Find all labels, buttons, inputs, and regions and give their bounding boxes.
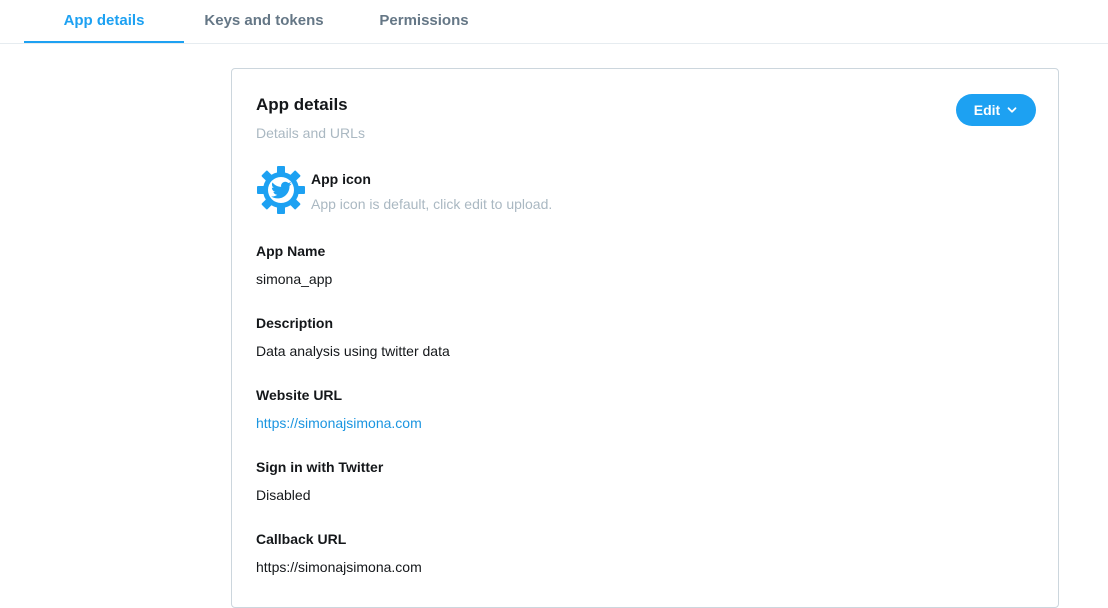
tab-app-details[interactable]: App details (24, 0, 184, 43)
callback-url-value: https://simonajsimona.com (256, 559, 422, 575)
description-value: Data analysis using twitter data (256, 343, 450, 359)
tab-bar: App details Keys and tokens Permissions (0, 0, 1108, 44)
app-name-value: simona_app (256, 271, 333, 287)
app-icon-label: App icon (311, 171, 371, 187)
description-label: Description (256, 315, 334, 331)
edit-button-label: Edit (973, 102, 1001, 118)
website-url-link[interactable]: https://simonajsimona.com (256, 415, 422, 431)
card-title: App details (256, 95, 348, 114)
app-name-label: App Name (256, 243, 326, 259)
app-icon-description: App icon is default, click edit to uploa… (311, 196, 553, 212)
tab-keys-and-tokens[interactable]: Keys and tokens (184, 0, 344, 43)
callback-url-label: Callback URL (256, 531, 347, 547)
app-details-card: App details Details and URLs Edit App ic… (231, 68, 1059, 608)
tab-permissions[interactable]: Permissions (344, 0, 504, 43)
sign-in-with-twitter-value: Disabled (256, 487, 311, 503)
website-url-label: Website URL (256, 387, 343, 403)
edit-button[interactable]: Edit (956, 94, 1036, 126)
chevron-down-icon (1007, 107, 1017, 113)
sign-in-with-twitter-label: Sign in with Twitter (256, 459, 384, 475)
card-subtitle: Details and URLs (256, 125, 365, 141)
twitter-gear-icon (257, 166, 305, 214)
